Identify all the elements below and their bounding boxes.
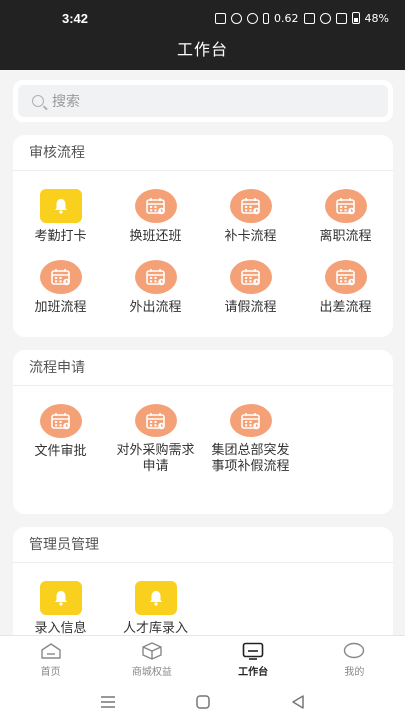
alarm-icon [231,12,243,24]
section-grid: 考勤打卡 换班还班 补卡流程 离职流程加班流程 外出流程 请假流程 出差流程 [13,171,393,331]
workflow-item-label: 文件审批 [34,444,87,459]
nfc-icon [215,12,227,24]
search-input[interactable]: 搜索 [18,85,388,117]
calendar-icon [229,260,272,294]
calendar-icon [324,260,367,294]
menu-nav-button[interactable] [88,692,128,712]
tab-3[interactable]: 我的 [304,636,405,683]
signal-icon [335,12,347,24]
workflow-item[interactable]: 对外采购需求申请 [108,404,203,475]
section-card: 审核流程考勤打卡 换班还班 补卡流程 离职流程加班流程 外出流程 请假流程 出差流程 [13,135,393,337]
back-nav-button[interactable] [278,692,318,712]
battery-percent: 48% [364,11,389,25]
status-icons: 0.62 48% [215,12,389,25]
calendar-icon [39,260,82,294]
back-triangle-icon [291,694,304,709]
workflow-item[interactable]: 考勤打卡 [13,189,108,260]
status-bar: 3:42 0.62 48% [0,0,405,36]
section-grid: 文件审批 对外采购需求申请 集团总部突发事项补假流程 [13,386,393,475]
status-time: 3:42 [62,10,89,26]
tab-label: 商城权益 [131,667,172,678]
workflow-item[interactable]: 出差流程 [298,260,393,331]
workflow-item-label: 离职流程 [319,229,372,244]
menu-icon [100,695,115,708]
workflow-item-label: 考勤打卡 [34,229,87,244]
search-icon [32,95,44,107]
search-card: 搜索 [13,80,393,122]
bottom-tab-bar: 首页 商城权益 工作台 我的 [0,635,405,683]
workflow-item[interactable]: 集团总部突发事项补假流程 [203,404,298,475]
home-nav-button[interactable] [183,692,223,712]
workflow-item[interactable]: 外出流程 [108,260,203,331]
page-title: 工作台 [0,36,405,70]
calendar-icon [39,404,82,438]
mute-icon [247,12,259,24]
bell-icon [39,189,82,223]
workflow-item[interactable]: 请假流程 [203,260,298,331]
battery-icon [351,12,360,24]
calendar-icon [229,189,272,223]
tab-2[interactable]: 工作台 [203,636,304,683]
section-card: 流程申请文件审批 对外采购需求申请 集团总部突发事项补假流程 [13,350,393,514]
system-nav-bar [0,683,405,720]
workflow-item-label: 外出流程 [129,300,182,315]
workflow-item-label: 集团总部突发事项补假流程 [211,443,290,474]
calendar-icon [229,404,272,437]
workflow-item[interactable]: 文件审批 [13,404,108,475]
search-placeholder: 搜索 [52,94,80,110]
calendar-icon [134,404,177,437]
tab-0[interactable]: 首页 [0,636,101,683]
tab-label: 首页 [40,667,61,678]
section-title: 审核流程 [13,135,393,171]
workflow-item-label: 补卡流程 [224,229,277,244]
calendar-icon [324,189,367,223]
tab-label: 工作台 [238,667,269,678]
workflow-item-label: 换班还班 [129,229,182,244]
workflow-item-label: 对外采购需求申请 [116,443,195,474]
workflow-item[interactable]: 换班还班 [108,189,203,260]
calendar-icon [134,189,177,223]
hd-icon [303,12,315,24]
workflow-item[interactable]: 离职流程 [298,189,393,260]
box-icon [141,642,163,660]
bell-icon [39,581,82,615]
square-icon [195,694,210,709]
section-title: 管理员管理 [13,527,393,563]
wifi-icon [319,12,331,24]
network-speed: 0.62 [274,11,299,25]
calendar-icon [134,260,177,294]
section-card: 管理员管理 录入信息 人才库录入 [13,527,393,647]
workflow-item[interactable]: 加班流程 [13,260,108,331]
home-icon [40,642,62,660]
tab-label: 我的 [344,667,365,678]
monitor-icon [242,642,264,660]
bluetooth-icon [263,12,270,24]
bell-icon [134,581,177,615]
tab-1[interactable]: 商城权益 [101,636,202,683]
workflow-item-label: 出差流程 [319,300,372,315]
chat-icon [343,642,365,660]
section-title: 流程申请 [13,350,393,386]
workflow-item[interactable]: 补卡流程 [203,189,298,260]
workflow-item-label: 加班流程 [34,300,87,315]
workflow-item-label: 请假流程 [224,300,277,315]
